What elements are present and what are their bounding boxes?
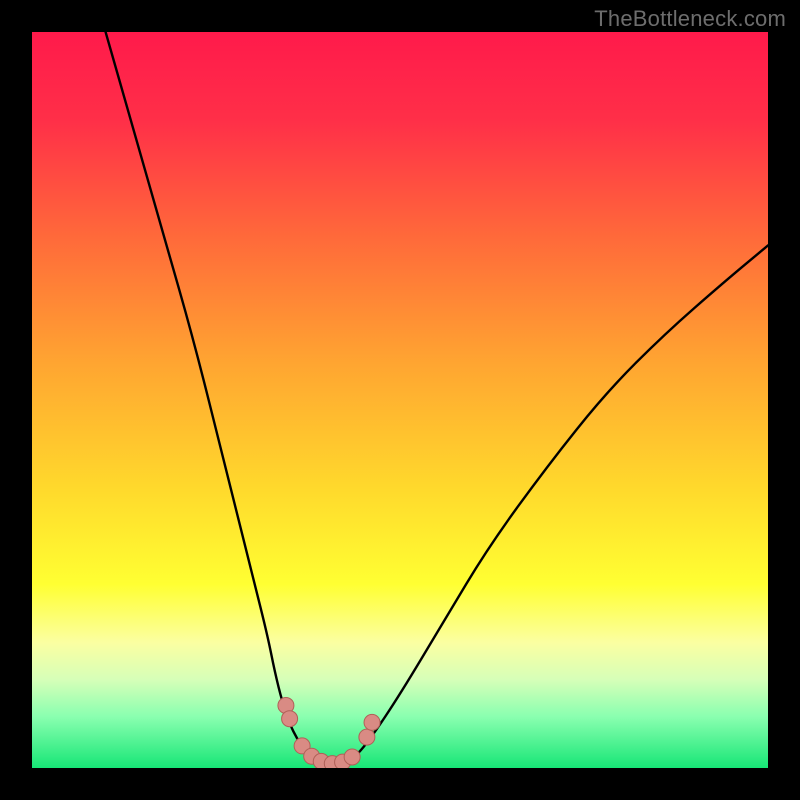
valley-marker-7	[344, 749, 360, 765]
bottleneck-curve	[32, 32, 768, 768]
valley-marker-9	[364, 714, 380, 730]
chart-frame: TheBottleneck.com	[0, 0, 800, 800]
valley-marker-8	[359, 729, 375, 745]
valley-marker-1	[282, 711, 298, 727]
watermark-text: TheBottleneck.com	[594, 6, 786, 32]
curve-path	[106, 32, 768, 764]
plot-area	[32, 32, 768, 768]
